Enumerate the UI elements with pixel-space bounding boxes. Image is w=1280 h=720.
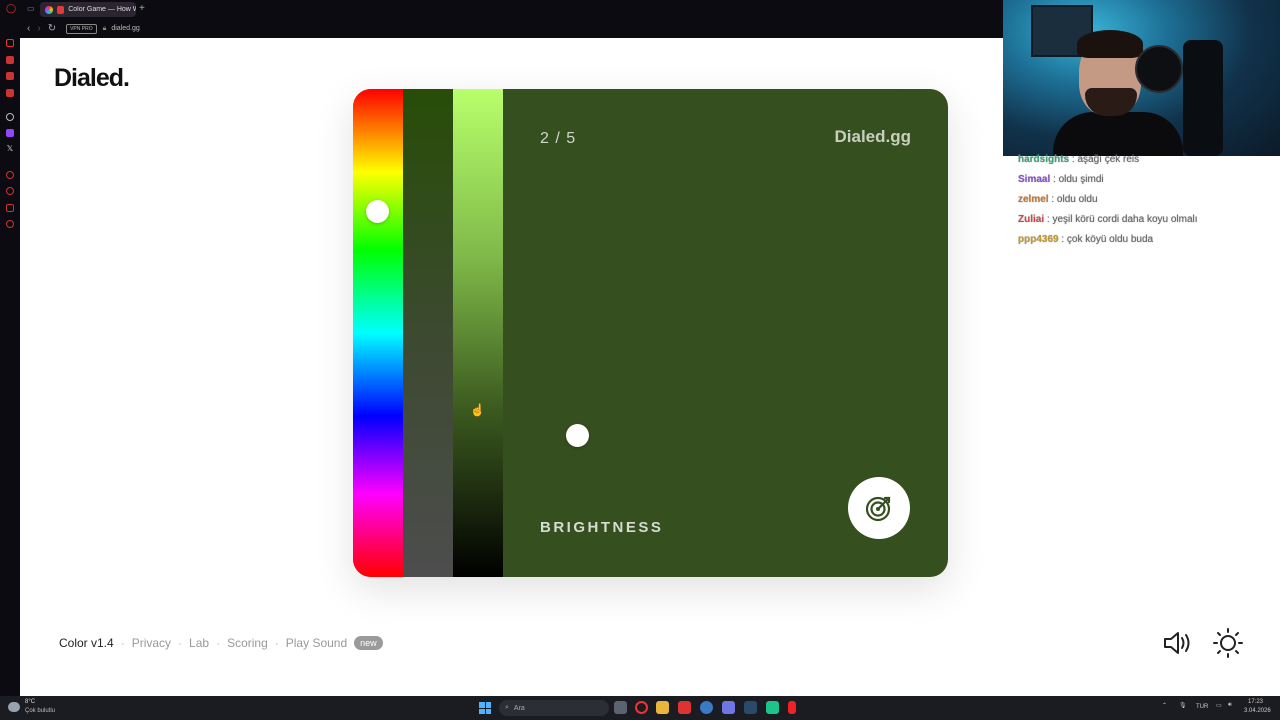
windows-start-icon[interactable] xyxy=(479,702,491,714)
hue-slider-handle[interactable] xyxy=(366,200,389,223)
footer-link-play-sound[interactable]: Play Sound xyxy=(286,636,347,650)
clock-icon[interactable] xyxy=(6,187,14,195)
round-counter: 2 / 5 xyxy=(540,130,577,147)
weather-temp[interactable]: 8°C xyxy=(25,699,35,705)
back-icon[interactable]: ‹ xyxy=(27,23,30,34)
chat-username[interactable]: ppp4369 xyxy=(1018,234,1059,245)
chat-message: hardsights : aşağı çek reis xyxy=(1018,150,1273,170)
mic-icon[interactable]: 🎙︎ xyxy=(1179,702,1187,709)
language-indicator[interactable]: TUR xyxy=(1196,704,1208,710)
brightness-slider[interactable] xyxy=(453,89,589,577)
windows-taskbar: 8°C Çok bulutlu ⌕ Ara ⌃ 🎙︎ TUR ▭ 🔊︎ 17:2… xyxy=(0,696,1280,720)
app-icon-red[interactable] xyxy=(788,701,796,714)
chat-message: ppp4369 : çok köyü oldu buda xyxy=(1018,230,1273,250)
chat-username[interactable]: Zuliai xyxy=(1018,214,1044,225)
chat-text: : yeşil körü cordi daha koyu olmalı xyxy=(1046,214,1198,225)
tab-title: Color Game — How W xyxy=(68,6,136,13)
browser-sidebar: 𝕏 xyxy=(0,19,20,696)
color-picker-card: 2 / 5 Dialed.gg BRIGHTNESS xyxy=(353,89,948,577)
site-logo[interactable]: Dialed. xyxy=(54,64,130,93)
chat-text: : oldu oldu xyxy=(1051,194,1098,205)
hue-slider[interactable] xyxy=(353,89,403,577)
tab-color-game[interactable]: Color Game — How W xyxy=(40,2,136,17)
new-tab-button[interactable]: + xyxy=(139,3,145,14)
chat-username[interactable]: zelmel xyxy=(1018,194,1049,205)
webcam-overlay xyxy=(1003,0,1280,156)
x-icon[interactable]: 𝕏 xyxy=(6,145,14,153)
settings-icon[interactable] xyxy=(6,113,14,121)
file-explorer-icon[interactable] xyxy=(656,701,669,714)
slider-mode-label: BRIGHTNESS xyxy=(540,519,664,536)
youtube-favicon-icon xyxy=(56,5,65,14)
extensions-icon[interactable] xyxy=(6,220,14,228)
clock-time[interactable]: 17:23 xyxy=(1248,699,1263,705)
chat-message: zelmel : oldu oldu xyxy=(1018,190,1273,210)
bookmarks-icon[interactable] xyxy=(6,204,14,212)
app-icon[interactable] xyxy=(700,701,713,714)
saturation-slider[interactable] xyxy=(403,89,489,577)
taskbar-search[interactable]: ⌕ Ara xyxy=(499,700,609,716)
clock-date[interactable]: 3.04.2026 xyxy=(1244,708,1271,714)
search-icon: ⌕ xyxy=(505,704,509,711)
cloud-icon[interactable] xyxy=(8,702,20,712)
calendar-app-icon[interactable] xyxy=(678,701,691,714)
streamer-hair xyxy=(1077,30,1143,58)
forward-icon[interactable]: › xyxy=(37,23,40,34)
tray-chevron-icon[interactable]: ⌃ xyxy=(1162,702,1167,709)
chat-message: Zuliai : yeşil körü cordi daha koyu olma… xyxy=(1018,210,1273,230)
version-label: Color v1.4 xyxy=(59,636,114,650)
speaker-icon[interactable] xyxy=(1162,629,1194,657)
lock-icon[interactable]: 🔒︎ xyxy=(103,25,107,33)
messenger-icon[interactable] xyxy=(6,56,14,64)
favicon-icon xyxy=(45,5,53,14)
chat-text: : aşağı çek reis xyxy=(1071,154,1140,165)
page-footer: Color v1.4 · Privacy · Lab · Scoring · P… xyxy=(59,636,383,650)
task-view-icon[interactable] xyxy=(614,701,627,714)
opera-taskbar-icon[interactable] xyxy=(635,701,648,714)
address-bar: ‹ › ↻ VPN PRO 🔒︎ dialed.gg xyxy=(20,19,1003,38)
history-icon[interactable] xyxy=(6,171,14,179)
footer-link-scoring[interactable]: Scoring xyxy=(227,636,268,650)
chat-username[interactable]: hardsights xyxy=(1018,154,1069,165)
headset xyxy=(1135,45,1183,93)
sun-icon[interactable] xyxy=(1212,627,1244,659)
discord-icon[interactable] xyxy=(722,701,735,714)
footer-link-privacy[interactable]: Privacy xyxy=(132,636,171,650)
chat-message: Simaal : oldu şimdi xyxy=(1018,170,1273,190)
telegram-icon[interactable] xyxy=(6,89,14,97)
opera-logo-icon[interactable]: ◯ xyxy=(6,3,16,14)
mouse-cursor-icon: ☝ xyxy=(470,403,485,417)
whatsapp-icon[interactable] xyxy=(6,72,14,80)
steam-icon[interactable] xyxy=(744,701,757,714)
weather-desc[interactable]: Çok bulutlu xyxy=(25,708,55,714)
new-badge: new xyxy=(354,636,383,650)
chat-text: : oldu şimdi xyxy=(1053,174,1104,185)
footer-link-lab[interactable]: Lab xyxy=(189,636,209,650)
search-placeholder: Ara xyxy=(513,704,525,712)
reload-icon[interactable]: ↻ xyxy=(48,23,56,34)
vpn-badge[interactable]: VPN PRO xyxy=(66,23,97,34)
app-icon-green[interactable] xyxy=(766,701,779,714)
twitch-icon[interactable] xyxy=(6,129,14,137)
chat-username[interactable]: Simaal xyxy=(1018,174,1050,185)
brightness-slider-handle[interactable] xyxy=(566,424,589,447)
stream-chat: hardsights : aşağı çek reis Simaal : oldu… xyxy=(1018,150,1273,250)
aria-icon[interactable] xyxy=(6,39,14,47)
gaming-chair xyxy=(1183,40,1223,156)
chat-text: : çok köyü oldu buda xyxy=(1061,234,1154,245)
submit-guess-button[interactable] xyxy=(848,477,910,539)
url-field[interactable]: dialed.gg xyxy=(111,25,139,32)
volume-icon[interactable]: 🔊︎ xyxy=(1228,702,1232,709)
monitor-icon[interactable]: ▭ xyxy=(1216,702,1222,709)
target-icon xyxy=(865,496,891,522)
tab-overview-icon[interactable]: ▭ xyxy=(27,4,35,13)
brand-label: Dialed.gg xyxy=(834,127,911,146)
